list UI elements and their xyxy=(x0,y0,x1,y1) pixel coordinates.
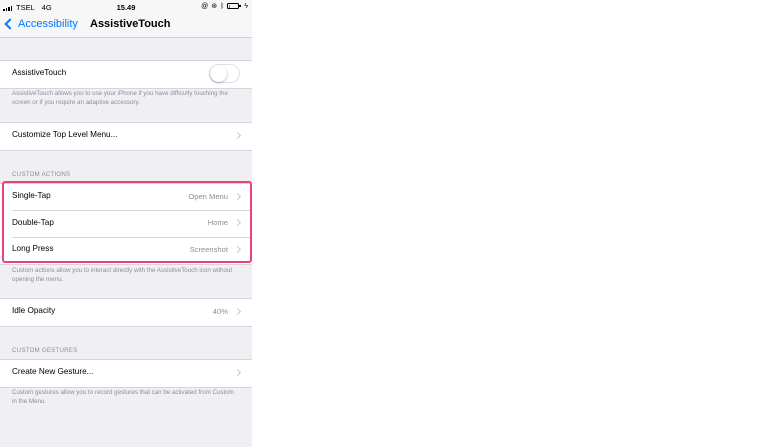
battery-icon xyxy=(227,3,241,9)
idle-opacity-label: Idle Opacity xyxy=(12,306,56,315)
status-bar: TSEL 4G 15.49 @ ⊛ ᛒ ϟ xyxy=(0,0,252,14)
customize-menu-row[interactable]: Customize Top Level Menu... xyxy=(0,123,252,150)
bluetooth-icon: ᛒ xyxy=(220,2,225,10)
assistive-touch-toggle[interactable] xyxy=(209,64,240,83)
custom-gestures-group: Create New Gesture... xyxy=(0,359,252,388)
page-title: AssistiveTouch xyxy=(90,18,171,30)
idle-opacity-row[interactable]: Idle Opacity 40% xyxy=(0,299,252,326)
charging-icon: ϟ xyxy=(244,2,248,10)
back-label: Accessibility xyxy=(18,18,78,30)
long-press-row[interactable]: Long Press Screenshot xyxy=(0,237,252,264)
custom-actions-footer: Custom actions allow you to interact dir… xyxy=(12,267,233,283)
custom-actions-group: Single-Tap Open Menu Double-Tap Home Lon… xyxy=(0,183,252,265)
assistive-touch-group: AssistiveTouch xyxy=(0,60,252,89)
create-gesture-row[interactable]: Create New Gesture... xyxy=(0,360,252,387)
create-gesture-label: Create New Gesture... xyxy=(12,367,94,376)
chevron-right-icon xyxy=(233,368,242,376)
settings-screen: TSEL 4G 15.49 @ ⊛ ᛒ ϟ Accessibility Assi… xyxy=(0,0,252,447)
status-right: @ ⊛ ᛒ ϟ xyxy=(201,2,248,11)
chevron-right-icon xyxy=(233,219,242,227)
navigation-bar: Accessibility AssistiveTouch xyxy=(0,14,252,38)
idle-opacity-value: 40% xyxy=(212,306,228,316)
chevron-right-icon xyxy=(233,192,242,200)
custom-gestures-header: CUSTOM GESTURES xyxy=(12,347,78,354)
assistive-touch-label: AssistiveTouch xyxy=(12,68,67,77)
single-tap-value: Open Menu xyxy=(188,191,228,201)
chevron-right-icon xyxy=(233,307,242,315)
battery-fill xyxy=(228,4,231,8)
chevron-right-icon xyxy=(233,245,242,253)
custom-actions-header: CUSTOM ACTIONS xyxy=(12,171,71,178)
double-tap-value: Home xyxy=(207,218,228,228)
customize-group: Customize Top Level Menu... xyxy=(0,122,252,151)
custom-gestures-footer: Custom gestures allow you to record gest… xyxy=(12,389,234,405)
chevron-left-icon xyxy=(4,18,16,30)
assistive-touch-footer: AssistiveTouch allows you to use your iP… xyxy=(12,90,228,106)
double-tap-label: Double-Tap xyxy=(12,217,54,227)
assistive-touch-row: AssistiveTouch xyxy=(0,61,252,88)
alarm-icon: @ xyxy=(201,2,209,10)
customize-menu-label: Customize Top Level Menu... xyxy=(12,130,118,139)
chevron-right-icon xyxy=(233,131,242,139)
back-button[interactable]: Accessibility xyxy=(4,18,78,30)
long-press-value: Screenshot xyxy=(189,244,228,254)
double-tap-row[interactable]: Double-Tap Home xyxy=(0,211,252,238)
toggle-knob xyxy=(210,65,227,82)
single-tap-label: Single-Tap xyxy=(12,191,51,200)
lock-rotation-icon: ⊛ xyxy=(211,3,218,10)
single-tap-row[interactable]: Single-Tap Open Menu xyxy=(0,184,252,211)
idle-opacity-group: Idle Opacity 40% xyxy=(0,298,252,327)
long-press-label: Long Press xyxy=(12,244,54,254)
